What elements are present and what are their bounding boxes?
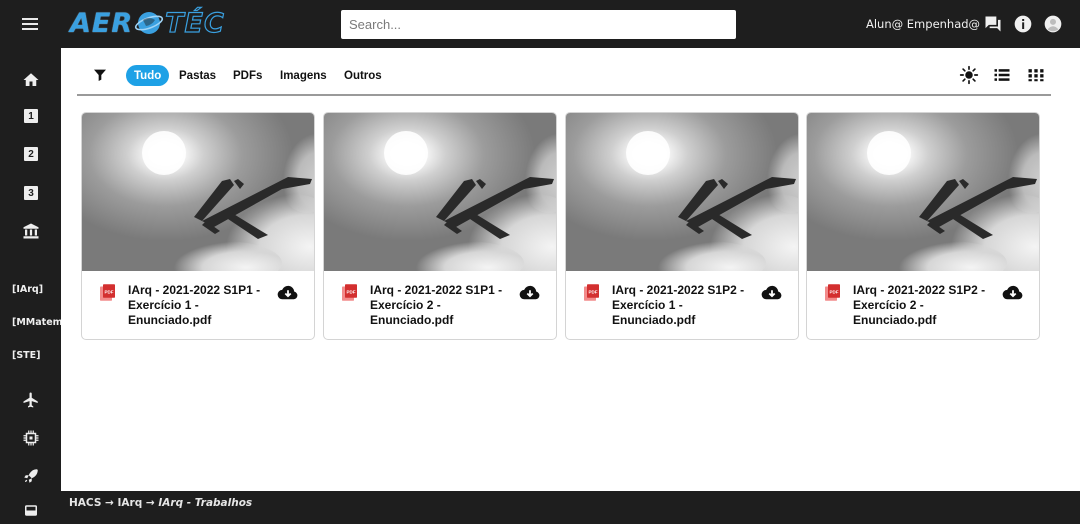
logo-text-left: AER bbox=[70, 7, 134, 39]
file-name: IArq - 2021-2022 S1P1 - Exercício 1 - En… bbox=[128, 283, 261, 327]
filter-icon[interactable] bbox=[92, 67, 108, 83]
search-input[interactable] bbox=[341, 10, 736, 39]
airplane-icon bbox=[23, 392, 38, 408]
file-card[interactable]: PDF IArq - 2021-2022 S1P1 - Exercício 1 … bbox=[81, 112, 315, 340]
sidebar-item-iarq[interactable]: [IArq] bbox=[12, 284, 43, 295]
pdf-icon: PDF bbox=[825, 284, 840, 301]
number-1-icon: 1 bbox=[24, 109, 38, 123]
breadcrumb-root[interactable]: HACS bbox=[69, 497, 101, 509]
breadcrumb: HACS → IArq → IArq - Trabalhos bbox=[69, 497, 252, 509]
number-3-icon: 3 bbox=[24, 186, 38, 200]
file-card[interactable]: PDF IArq - 2021-2022 S1P2 - Exercício 1 … bbox=[565, 112, 799, 340]
sidebar-item-3[interactable]: 3 bbox=[19, 181, 43, 205]
top-bar: AER TÉC Alun@ Empenhad@ bbox=[0, 0, 1080, 48]
sidebar-item-chip[interactable] bbox=[19, 426, 43, 450]
download-icon[interactable] bbox=[277, 284, 299, 302]
pdf-icon: PDF bbox=[100, 284, 115, 301]
sidebar-item-institution[interactable] bbox=[19, 219, 43, 243]
globe-icon bbox=[135, 12, 164, 34]
file-thumbnail bbox=[807, 113, 1039, 271]
chat-icon[interactable] bbox=[983, 14, 1003, 34]
avatar[interactable] bbox=[1043, 14, 1063, 34]
sidebar-item-rocket[interactable] bbox=[19, 464, 43, 488]
breadcrumb-level1[interactable]: IArq bbox=[118, 497, 143, 509]
bus-icon bbox=[25, 505, 37, 516]
tab-pastas[interactable]: Pastas bbox=[179, 65, 216, 86]
tab-outros[interactable]: Outros bbox=[344, 65, 382, 86]
download-icon[interactable] bbox=[1002, 284, 1024, 302]
sidebar-item-mmatem[interactable]: [MMatem] bbox=[12, 317, 67, 328]
breadcrumb-separator: → bbox=[105, 497, 114, 509]
breadcrumb-separator: → bbox=[145, 497, 155, 509]
main-content: Tudo Pastas PDFs Imagens Outros PDF IArq… bbox=[61, 48, 1080, 491]
download-icon[interactable] bbox=[519, 284, 541, 302]
file-card[interactable]: PDF IArq - 2021-2022 S1P1 - Exercício 2 … bbox=[323, 112, 557, 340]
file-thumbnail bbox=[324, 113, 556, 271]
sidebar-item-1[interactable]: 1 bbox=[19, 104, 43, 128]
institution-icon bbox=[23, 223, 39, 239]
app-logo[interactable]: AER TÉC bbox=[70, 6, 225, 40]
tab-pdfs[interactable]: PDFs bbox=[233, 65, 262, 86]
sidebar-item-bus[interactable] bbox=[19, 500, 43, 524]
menu-icon[interactable] bbox=[18, 14, 42, 34]
download-icon[interactable] bbox=[761, 284, 783, 302]
logo-text-right: TÉC bbox=[165, 7, 225, 39]
chip-icon bbox=[23, 430, 39, 446]
tab-tudo[interactable]: Tudo bbox=[126, 65, 170, 86]
info-icon[interactable] bbox=[1013, 14, 1033, 34]
svg-text:PDF: PDF bbox=[105, 289, 114, 294]
number-2-icon: 2 bbox=[24, 147, 38, 161]
list-view-icon[interactable] bbox=[992, 65, 1012, 85]
sidebar-item-airplane[interactable] bbox=[19, 388, 43, 412]
file-thumbnail bbox=[82, 113, 314, 271]
grid-view-icon[interactable] bbox=[1026, 65, 1046, 85]
file-card[interactable]: PDF IArq - 2021-2022 S1P2 - Exercício 2 … bbox=[806, 112, 1040, 340]
pdf-icon: PDF bbox=[584, 284, 599, 301]
home-icon bbox=[23, 73, 39, 86]
divider bbox=[77, 94, 1051, 96]
file-name: IArq - 2021-2022 S1P2 - Exercício 1 - En… bbox=[612, 283, 745, 327]
svg-text:PDF: PDF bbox=[589, 289, 598, 294]
rocket-icon bbox=[24, 469, 38, 483]
file-thumbnail bbox=[566, 113, 798, 271]
tab-imagens[interactable]: Imagens bbox=[280, 65, 327, 86]
user-name[interactable]: Alun@ Empenhad@ bbox=[866, 17, 980, 31]
pdf-icon: PDF bbox=[342, 284, 357, 301]
brightness-icon[interactable] bbox=[959, 65, 979, 85]
file-name: IArq - 2021-2022 S1P1 - Exercício 2 - En… bbox=[370, 283, 503, 327]
file-name: IArq - 2021-2022 S1P2 - Exercício 2 - En… bbox=[853, 283, 986, 327]
svg-text:PDF: PDF bbox=[347, 289, 356, 294]
sidebar-item-home[interactable] bbox=[19, 68, 43, 92]
breadcrumb-current: IArq - Trabalhos bbox=[158, 497, 253, 509]
sidebar-item-2[interactable]: 2 bbox=[19, 142, 43, 166]
sidebar: 1 2 3 [IArq] [MMatem] [STE] bbox=[0, 48, 67, 516]
sidebar-item-ste[interactable]: [STE] bbox=[12, 350, 41, 361]
svg-text:PDF: PDF bbox=[830, 289, 839, 294]
